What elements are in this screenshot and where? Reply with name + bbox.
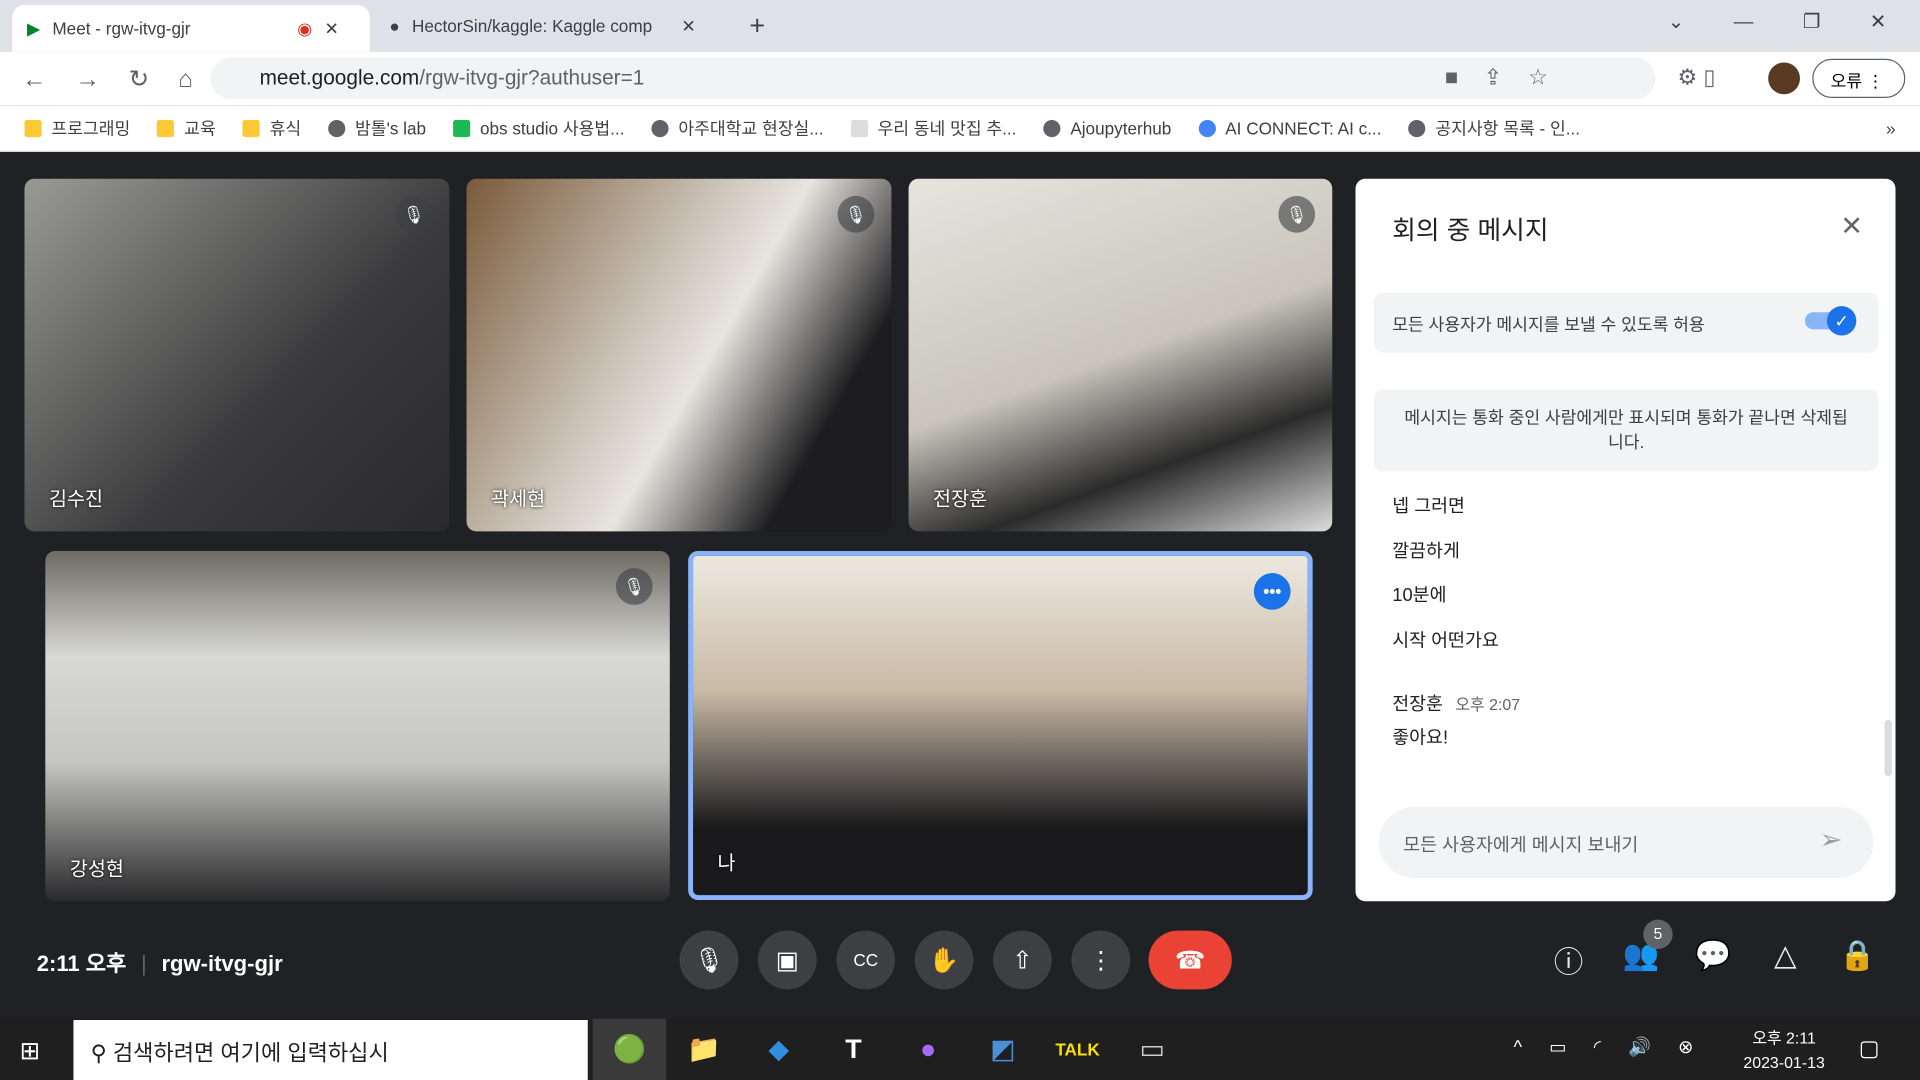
meeting-info: 2:11 오후 | rgw-itvg-gjr: [36, 951, 283, 976]
send-icon[interactable]: ➢: [1820, 824, 1843, 856]
message-input[interactable]: 모든 사용자에게 메시지 보내기 ➢: [1378, 806, 1874, 878]
participant-tile[interactable]: 🎙 김수진: [24, 178, 450, 532]
address-bar[interactable]: meet.google.com/rgw-itvg-gjr?authuser=1: [210, 57, 1656, 100]
bookmark[interactable]: 우리 동네 맛집 추...: [850, 116, 1016, 140]
more-options-icon[interactable]: •••: [1253, 573, 1291, 610]
chat-notice: 메시지는 통화 중인 사람에게만 표시되며 통화가 끝나면 삭제됩니다.: [1373, 389, 1879, 472]
address-actions[interactable]: ■ ⇪ ☆: [1445, 65, 1548, 91]
participant-count-badge: 5: [1643, 919, 1673, 949]
bookmark[interactable]: 프로그래밍: [24, 116, 130, 140]
check-icon: ✓: [1826, 306, 1857, 336]
chat-title: 회의 중 메시지: [1392, 216, 1549, 245]
chat-icon[interactable]: 💬: [1691, 938, 1735, 974]
notification-icon[interactable]: ▢: [1859, 1036, 1880, 1062]
raise-hand-button[interactable]: ✋: [914, 930, 974, 990]
window-controls[interactable]: ⌄ — ❐ ✕: [1668, 10, 1887, 34]
mic-off-icon: 🎙: [395, 195, 433, 233]
host-controls-icon[interactable]: 🔒: [1836, 938, 1880, 974]
kakaotalk-icon[interactable]: TALK: [1041, 1019, 1114, 1080]
message: 좋아요!: [1392, 727, 1449, 749]
bookmark[interactable]: 공지사항 목록 - 인...: [1408, 116, 1580, 140]
extensions-icon[interactable]: ⚙ ▯: [1678, 65, 1716, 91]
mic-off-icon: 🎙: [615, 568, 653, 605]
more-bookmarks-icon[interactable]: »: [1886, 118, 1896, 138]
app-icon[interactable]: ◩: [966, 1019, 1039, 1080]
file-explorer-icon[interactable]: 📁: [667, 1019, 740, 1080]
profile-error-button[interactable]: 오류 ⋮: [1812, 58, 1906, 98]
avatar[interactable]: [1768, 62, 1801, 95]
camera-button[interactable]: ▣: [757, 930, 817, 990]
meet-icon: ▶: [26, 17, 41, 38]
chrome-icon[interactable]: 🟢: [592, 1018, 667, 1080]
close-tab-icon[interactable]: ✕: [324, 18, 338, 39]
nav-buttons[interactable]: ← → ↻ ⌂: [22, 64, 193, 95]
message: 깔끔하게: [1392, 540, 1460, 562]
close-tab-icon[interactable]: ✕: [681, 15, 695, 36]
activities-icon[interactable]: △: [1763, 938, 1807, 974]
tab-meet[interactable]: ▶ Meet - rgw-itvg-gjr ◉ ✕: [12, 4, 370, 52]
captions-button[interactable]: CC: [836, 930, 896, 990]
github-icon: ●: [389, 15, 400, 36]
windows-start-icon[interactable]: ⊞: [20, 1036, 41, 1067]
message: 넵 그러면: [1392, 495, 1465, 517]
mic-button[interactable]: 🎙: [679, 930, 739, 990]
present-button[interactable]: ⇧: [993, 930, 1052, 990]
participant-tile[interactable]: 🎙 강성현: [45, 551, 670, 902]
search-icon: ⚲: [90, 1040, 113, 1066]
clock[interactable]: 오후 2:11 2023-01-13: [1729, 1026, 1839, 1075]
allow-toggle[interactable]: ✓: [1804, 306, 1857, 336]
allow-messages-row: 모든 사용자가 메시지를 보낼 수 있도록 허용 ✓: [1373, 292, 1879, 353]
typora-icon[interactable]: T: [817, 1019, 890, 1080]
more-options-button[interactable]: ⋮: [1071, 930, 1131, 990]
mic-off-icon: 🎙: [837, 195, 875, 233]
bookmark[interactable]: obs studio 사용법...: [453, 116, 624, 140]
github-desktop-icon[interactable]: ●: [891, 1019, 964, 1080]
mic-off-icon: 🎙: [1278, 195, 1316, 233]
message-header: 전장훈 오후 2:07: [1392, 694, 1521, 716]
close-icon[interactable]: ✕: [1840, 211, 1863, 243]
chat-panel: 회의 중 메시지 ✕ 모든 사용자가 메시지를 보낼 수 있도록 허용 ✓ 메시…: [1355, 178, 1896, 902]
bookmark[interactable]: 교육: [157, 116, 216, 140]
screen: ▶ Meet - rgw-itvg-gjr ◉ ✕ ● HectorSin/kaggle…: [0, 0, 1920, 1080]
leave-call-button[interactable]: ☎: [1148, 930, 1232, 990]
bookmark[interactable]: AI CONNECT: AI c...: [1198, 118, 1381, 138]
recording-icon: ◉: [297, 17, 313, 38]
participant-tile[interactable]: 🎙 곽세현: [466, 178, 892, 532]
message: 시작 어떤가요: [1392, 630, 1499, 651]
scrollbar[interactable]: [1884, 720, 1892, 777]
bookmark[interactable]: 휴식: [242, 116, 301, 140]
taskbar-search[interactable]: ⚲ 검색하려면 여기에 입력하십시: [73, 1020, 588, 1080]
participant-tile[interactable]: 🎙 전장훈: [908, 178, 1333, 532]
system-tray[interactable]: ^ ▭ ◜ 🔊 ⊗: [1513, 1036, 1693, 1058]
bookmarks-bar: 프로그래밍 교육 휴식 밤톨's lab obs studio 사용법... 아…: [0, 105, 1920, 152]
new-tab-icon[interactable]: +: [749, 10, 765, 42]
message: 10분에: [1392, 585, 1447, 607]
message-list: 넵 그러면 깔끔하게 10분에 시작 어떤가요: [1392, 485, 1498, 664]
info-icon[interactable]: ⓘ: [1547, 938, 1591, 981]
terminal-icon[interactable]: ▭: [1116, 1019, 1189, 1080]
bookmark[interactable]: 밤톨's lab: [328, 116, 426, 140]
bookmark[interactable]: 아주대학교 현장실...: [651, 116, 824, 140]
vscode-icon[interactable]: ◆: [742, 1019, 815, 1080]
bookmark[interactable]: Ajoupyterhub: [1043, 118, 1171, 138]
tab-github[interactable]: ● HectorSin/kaggle: Kaggle comp ✕: [375, 0, 730, 51]
self-tile[interactable]: ••• 나: [688, 551, 1313, 901]
